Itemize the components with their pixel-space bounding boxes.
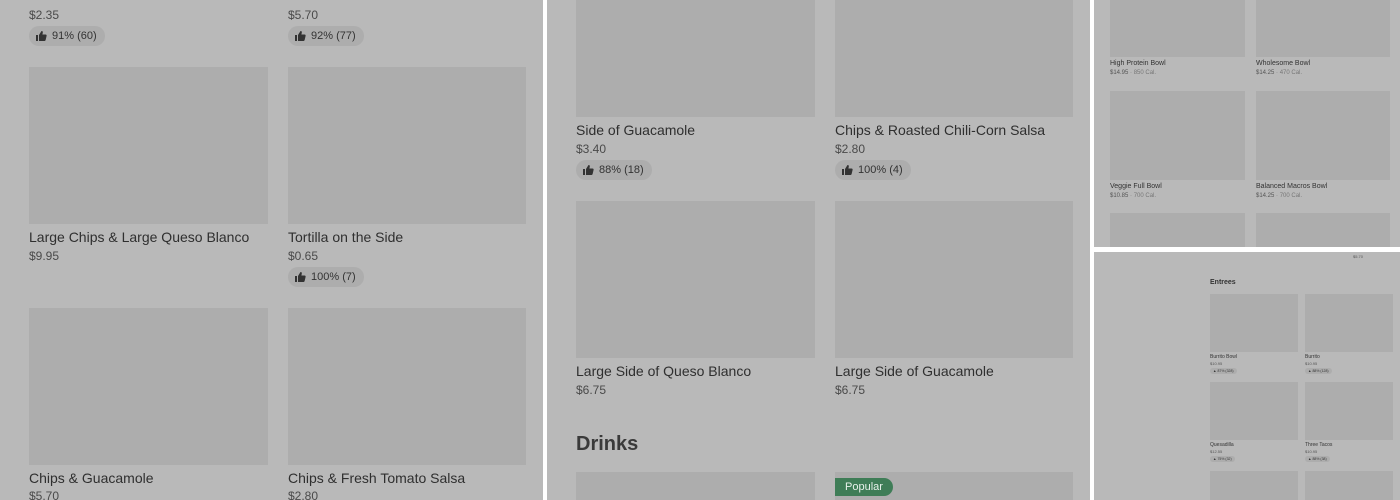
- item-name[interactable]: Three Tacos: [1305, 442, 1332, 448]
- item-price: $5.70: [288, 8, 319, 22]
- item-price: $10.95: [1305, 449, 1318, 454]
- item-price: $10.95: [1305, 361, 1318, 366]
- item-image[interactable]: [1256, 213, 1390, 247]
- item-name[interactable]: Balanced Macros Bowl: [1256, 183, 1327, 190]
- rating-text: 100% (7): [311, 271, 356, 283]
- item-calories: 850 Cal.: [1133, 70, 1157, 76]
- item-image[interactable]: [576, 201, 815, 358]
- rating-text: 88% (18): [599, 164, 644, 176]
- item-price: $14.95: [1110, 70, 1129, 76]
- rating-badge: 88% (18): [576, 160, 652, 180]
- item-image[interactable]: [29, 67, 268, 224]
- item-image[interactable]: [1210, 382, 1298, 440]
- section-title-entrees: Entrees: [1210, 279, 1236, 286]
- thumbs-up-icon: [35, 30, 47, 42]
- rating-text: 91% (60): [52, 30, 97, 42]
- item-price: $9.95: [29, 249, 60, 263]
- item-price: $14.25: [1256, 70, 1275, 76]
- item-price: $3.40: [576, 142, 607, 156]
- rating-badge: 100% (4): [835, 160, 911, 180]
- thumbs-up-icon: ▲: [1308, 369, 1312, 373]
- item-calories: 470 Cal.: [1279, 70, 1303, 76]
- item-image[interactable]: [1305, 294, 1393, 352]
- item-image[interactable]: [1256, 91, 1390, 180]
- item-image[interactable]: [1256, 0, 1390, 57]
- item-name[interactable]: High Protein Bowl: [1110, 60, 1166, 67]
- rating-badge: 100% (7): [288, 267, 364, 287]
- item-name[interactable]: Chips & Roasted Chili-Corn Salsa: [835, 122, 1045, 138]
- item-name[interactable]: Chips & Fresh Tomato Salsa: [288, 470, 465, 486]
- item-price-calories: $14.25 · 470 Cal.: [1256, 70, 1302, 76]
- item-name[interactable]: Wholesome Bowl: [1256, 60, 1310, 67]
- item-price: $12.55: [1210, 449, 1223, 454]
- item-price-calories: $14.25 · 700 Cal.: [1256, 193, 1302, 199]
- rating-text: 87% (328): [1217, 369, 1234, 373]
- item-price: $0.65: [288, 249, 319, 263]
- item-image[interactable]: [835, 0, 1073, 117]
- item-image[interactable]: [576, 0, 815, 117]
- item-price: $2.80: [288, 489, 319, 500]
- item-price: $10.85: [1110, 193, 1129, 199]
- thumbs-up-icon: ▲: [1308, 457, 1312, 461]
- rating-badge: ▲ 87% (328): [1210, 368, 1237, 374]
- item-name[interactable]: Chips & Guacamole: [29, 470, 154, 486]
- item-image[interactable]: [1110, 0, 1245, 57]
- item-image[interactable]: [1110, 213, 1245, 247]
- item-name[interactable]: Large Side of Queso Blanco: [576, 363, 751, 379]
- item-image[interactable]: [1305, 471, 1393, 500]
- item-calories: 700 Cal.: [1279, 193, 1303, 199]
- thumbs-up-icon: [294, 271, 306, 283]
- thumbs-up-icon: ▲: [1213, 457, 1217, 461]
- thumbs-up-icon: [582, 164, 594, 176]
- rating-badge: ▲ 88% (128): [1305, 368, 1332, 374]
- item-calories: 700 Cal.: [1133, 193, 1157, 199]
- menu-panel-sides-drinks: Side of Guacamole $3.40 88% (18) Chips &…: [547, 0, 1090, 500]
- item-image[interactable]: [1110, 91, 1245, 180]
- item-price: $2.35: [29, 8, 60, 22]
- rating-text: 88% (128): [1312, 369, 1329, 373]
- section-title-drinks: Drinks: [576, 433, 639, 455]
- menu-panel-sides: $2.35 $5.70 91% (60) 92% (77) Large Chip…: [0, 0, 543, 500]
- item-image[interactable]: [1210, 471, 1298, 500]
- rating-text: 100% (4): [858, 164, 903, 176]
- item-name[interactable]: Large Side of Guacamole: [835, 363, 994, 379]
- thumbs-up-icon: [294, 30, 306, 42]
- item-price: $14.25: [1256, 193, 1275, 199]
- item-name[interactable]: Burrito Bowl: [1210, 354, 1237, 360]
- popular-badge: Popular: [835, 478, 893, 496]
- rating-badge: ▲ 88% (38): [1305, 456, 1330, 462]
- item-price: $6.75: [576, 383, 607, 397]
- menu-panel-bowls: High Protein Bowl $14.95 · 850 Cal. Whol…: [1094, 0, 1400, 247]
- item-image[interactable]: [288, 308, 526, 465]
- menu-panel-entrees: $5.70 Entrees Burrito Bowl $10.95 ▲ 87% …: [1094, 252, 1400, 500]
- item-price-calories: $14.95 · 850 Cal.: [1110, 70, 1156, 76]
- item-image[interactable]: [835, 201, 1073, 358]
- item-name[interactable]: Large Chips & Large Queso Blanco: [29, 229, 249, 245]
- item-price: $5.70: [1353, 254, 1364, 259]
- item-image[interactable]: [1305, 382, 1393, 440]
- rating-text: 92% (77): [311, 30, 356, 42]
- item-name[interactable]: Tortilla on the Side: [288, 229, 403, 245]
- item-name[interactable]: Side of Guacamole: [576, 122, 695, 138]
- rating-text: 88% (38): [1312, 457, 1327, 461]
- item-price: $2.80: [835, 142, 866, 156]
- thumbs-up-icon: ▲: [1213, 369, 1217, 373]
- item-name[interactable]: Quesadilla: [1210, 442, 1234, 448]
- item-image[interactable]: [1210, 294, 1298, 352]
- item-price: $10.95: [1210, 361, 1223, 366]
- item-name[interactable]: Veggie Full Bowl: [1110, 183, 1162, 190]
- item-image[interactable]: [576, 472, 815, 500]
- item-price: $5.70: [29, 489, 60, 500]
- rating-badge: 92% (77): [288, 26, 364, 46]
- item-price-calories: $10.85 · 700 Cal.: [1110, 193, 1156, 199]
- thumbs-up-icon: [841, 164, 853, 176]
- item-name[interactable]: Burrito: [1305, 354, 1320, 360]
- rating-badge: 91% (60): [29, 26, 105, 46]
- item-image[interactable]: [29, 308, 268, 465]
- item-image[interactable]: [288, 67, 526, 224]
- rating-text: 75% (32): [1217, 457, 1232, 461]
- rating-badge: ▲ 75% (32): [1210, 456, 1235, 462]
- item-price: $6.75: [835, 383, 866, 397]
